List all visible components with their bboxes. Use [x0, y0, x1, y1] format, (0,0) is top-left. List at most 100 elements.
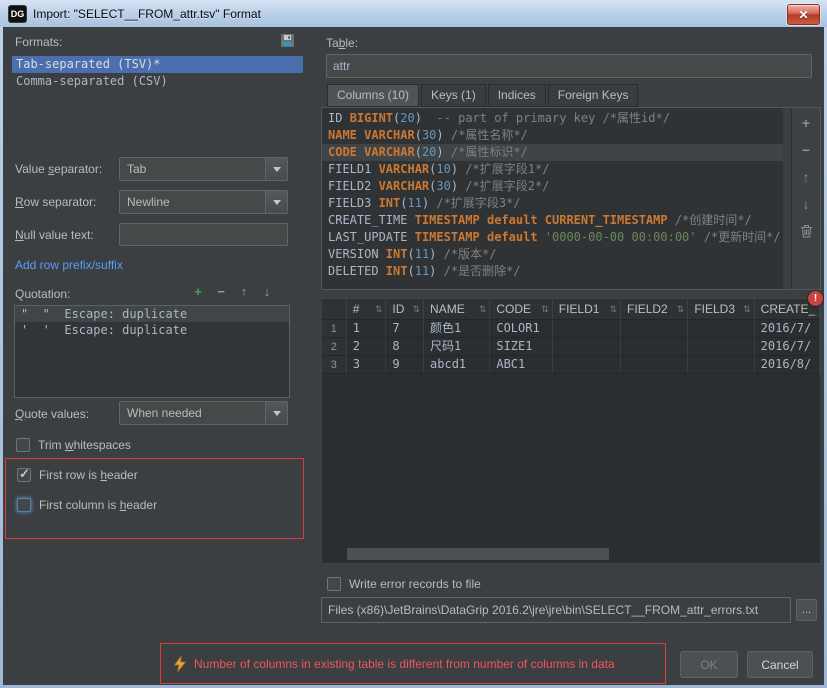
ddl-line[interactable]: CODE VARCHAR(20) /*属性标识*/ — [322, 144, 783, 161]
import-dialog-window: DG Import: "SELECT__FROM_attr.tsv" Forma… — [0, 0, 827, 688]
first-row-header-label: First row is header — [39, 468, 138, 482]
sort-icon[interactable]: ⇅ — [541, 304, 549, 314]
table-name-input[interactable] — [326, 54, 812, 78]
add-icon[interactable]: + — [189, 285, 207, 299]
grid-cell[interactable] — [621, 338, 688, 356]
null-value-input[interactable] — [119, 223, 288, 246]
move-column-down-icon[interactable]: ↓ — [797, 197, 815, 211]
delete-trash-icon[interactable] — [800, 224, 813, 241]
quote-values-label: Quote values: — [15, 407, 89, 421]
sort-icon[interactable]: ⇅ — [375, 304, 383, 314]
tab-indices[interactable]: Indices — [488, 84, 546, 107]
table-label: Table: — [326, 36, 358, 50]
formats-list: Tab-separated (TSV)*Comma-separated (CSV… — [12, 56, 303, 90]
validation-error-message: Number of columns in existing table is d… — [194, 657, 615, 671]
grid-cell[interactable]: abcd1 — [424, 356, 490, 374]
grid-cell[interactable] — [688, 338, 754, 356]
grid-column-header[interactable]: ID⇅ — [386, 299, 424, 320]
sort-icon[interactable]: ⇅ — [677, 304, 685, 314]
ddl-line[interactable]: LAST_UPDATE TIMESTAMP default '0000-00-0… — [322, 229, 783, 246]
write-error-records-checkbox[interactable] — [327, 577, 341, 591]
quotation-item[interactable]: " " Escape: duplicate — [15, 306, 289, 322]
row-separator-select[interactable]: Newline — [119, 190, 288, 214]
quotation-list: " " Escape: duplicate' ' Escape: duplica… — [14, 305, 290, 398]
value-separator-select[interactable]: Tab — [119, 157, 288, 181]
tab-foreign-keys[interactable]: Foreign Keys — [548, 84, 639, 107]
row-separator-label: Row separator: — [15, 195, 96, 209]
ddl-line[interactable]: NAME VARCHAR(30) /*属性名称*/ — [322, 127, 783, 144]
tab-columns-10-[interactable]: Columns (10) — [327, 84, 419, 107]
ddl-line[interactable]: FIELD3 INT(11) /*扩展字段3*/ — [322, 195, 783, 212]
error-file-path-input[interactable] — [321, 597, 791, 623]
structure-tabs: Columns (10)Keys (1)IndicesForeign Keys — [327, 84, 638, 107]
grid-cell[interactable]: 2016/7/ — [755, 320, 820, 338]
format-option[interactable]: Comma-separated (CSV) — [12, 73, 303, 90]
grid-cell[interactable]: 尺码1 — [424, 338, 490, 356]
move-column-up-icon[interactable]: ↑ — [797, 170, 815, 184]
grid-cell[interactable]: SIZE1 — [490, 338, 552, 356]
grid-cell[interactable]: 7 — [386, 320, 424, 338]
horizontal-scrollbar-thumb[interactable] — [347, 548, 609, 560]
grid-cell[interactable] — [621, 356, 688, 374]
ddl-line[interactable]: FIELD1 VARCHAR(10) /*扩展字段1*/ — [322, 161, 783, 178]
move-up-icon[interactable]: ↑ — [235, 285, 253, 299]
format-option[interactable]: Tab-separated (TSV)* — [12, 56, 303, 73]
save-format-icon[interactable] — [280, 33, 295, 51]
ddl-line[interactable]: VERSION INT(11) /*版本*/ — [322, 246, 783, 263]
sort-icon[interactable]: ⇅ — [609, 304, 617, 314]
quotation-item[interactable]: ' ' Escape: duplicate — [15, 322, 289, 338]
grid-cell[interactable]: ABC1 — [490, 356, 552, 374]
grid-cell[interactable]: 2016/7/ — [755, 338, 820, 356]
grid-column-header[interactable]: FIELD1⇅ — [553, 299, 621, 320]
sort-icon[interactable]: ⇅ — [743, 304, 751, 314]
error-badge-icon: ! — [808, 291, 823, 306]
warning-bolt-icon — [173, 656, 187, 672]
remove-icon[interactable]: − — [212, 285, 230, 299]
grid-cell[interactable] — [553, 356, 621, 374]
tab-keys-1-[interactable]: Keys (1) — [421, 84, 486, 107]
grid-cell[interactable]: 2016/8/ — [755, 356, 820, 374]
ddl-scrollbar[interactable] — [783, 108, 791, 289]
sort-icon[interactable]: ⇅ — [412, 304, 420, 314]
grid-cell[interactable] — [688, 320, 754, 338]
chevron-down-icon — [265, 158, 287, 180]
ddl-line[interactable]: CREATE_TIME TIMESTAMP default CURRENT_TI… — [322, 212, 783, 229]
first-column-header-checkbox[interactable] — [17, 498, 31, 512]
grid-column-header[interactable]: NAME⇅ — [424, 299, 490, 320]
remove-column-icon[interactable]: − — [797, 143, 815, 157]
add-column-icon[interactable]: + — [797, 116, 815, 130]
first-row-header-checkbox[interactable] — [17, 468, 31, 482]
move-down-icon[interactable]: ↓ — [258, 285, 276, 299]
sort-icon[interactable]: ⇅ — [479, 304, 487, 314]
grid-cell[interactable] — [553, 320, 621, 338]
grid-cell[interactable] — [621, 320, 688, 338]
cancel-button[interactable]: Cancel — [747, 651, 813, 678]
grid-column-header[interactable]: CODE⇅ — [490, 299, 552, 320]
grid-cell[interactable]: 9 — [386, 356, 424, 374]
quote-values-select[interactable]: When needed — [119, 401, 288, 425]
ddl-line[interactable]: ID BIGINT(20) -- part of primary key /*属… — [322, 110, 783, 127]
title-bar[interactable]: DG Import: "SELECT__FROM_attr.tsv" Forma… — [0, 0, 827, 27]
ddl-line[interactable]: FIELD2 VARCHAR(30) /*扩展字段2*/ — [322, 178, 783, 195]
grid-cell[interactable]: 8 — [386, 338, 424, 356]
add-row-prefix-suffix-link[interactable]: Add row prefix/suffix — [15, 258, 123, 272]
dialog-body: Formats: Tab-separated (TSV)*Comma-separ… — [3, 27, 824, 685]
first-column-header-row: First column is header — [17, 498, 157, 512]
trim-whitespaces-checkbox[interactable] — [16, 438, 30, 452]
ok-button[interactable]: OK — [680, 651, 738, 678]
grid-cell[interactable]: COLOR1 — [490, 320, 552, 338]
table-row: 339abcd1ABC12016/8/ — [322, 356, 820, 374]
grid-cell[interactable]: 2 — [347, 338, 387, 356]
close-button[interactable]: ✕ — [787, 4, 820, 25]
grid-cell[interactable] — [553, 338, 621, 356]
grid-column-header[interactable]: #⇅ — [347, 299, 387, 320]
grid-column-header[interactable]: FIELD2⇅ — [621, 299, 688, 320]
trim-whitespaces-label: Trim whitespaces — [38, 438, 131, 452]
grid-cell[interactable] — [688, 356, 754, 374]
grid-cell[interactable]: 1 — [347, 320, 387, 338]
browse-file-button[interactable]: ... — [796, 599, 817, 621]
ddl-line[interactable]: DELETED INT(11) /*是否删除*/ — [322, 263, 783, 280]
grid-cell[interactable]: 3 — [347, 356, 387, 374]
grid-cell[interactable]: 颜色1 — [424, 320, 490, 338]
grid-column-header[interactable]: FIELD3⇅ — [688, 299, 754, 320]
